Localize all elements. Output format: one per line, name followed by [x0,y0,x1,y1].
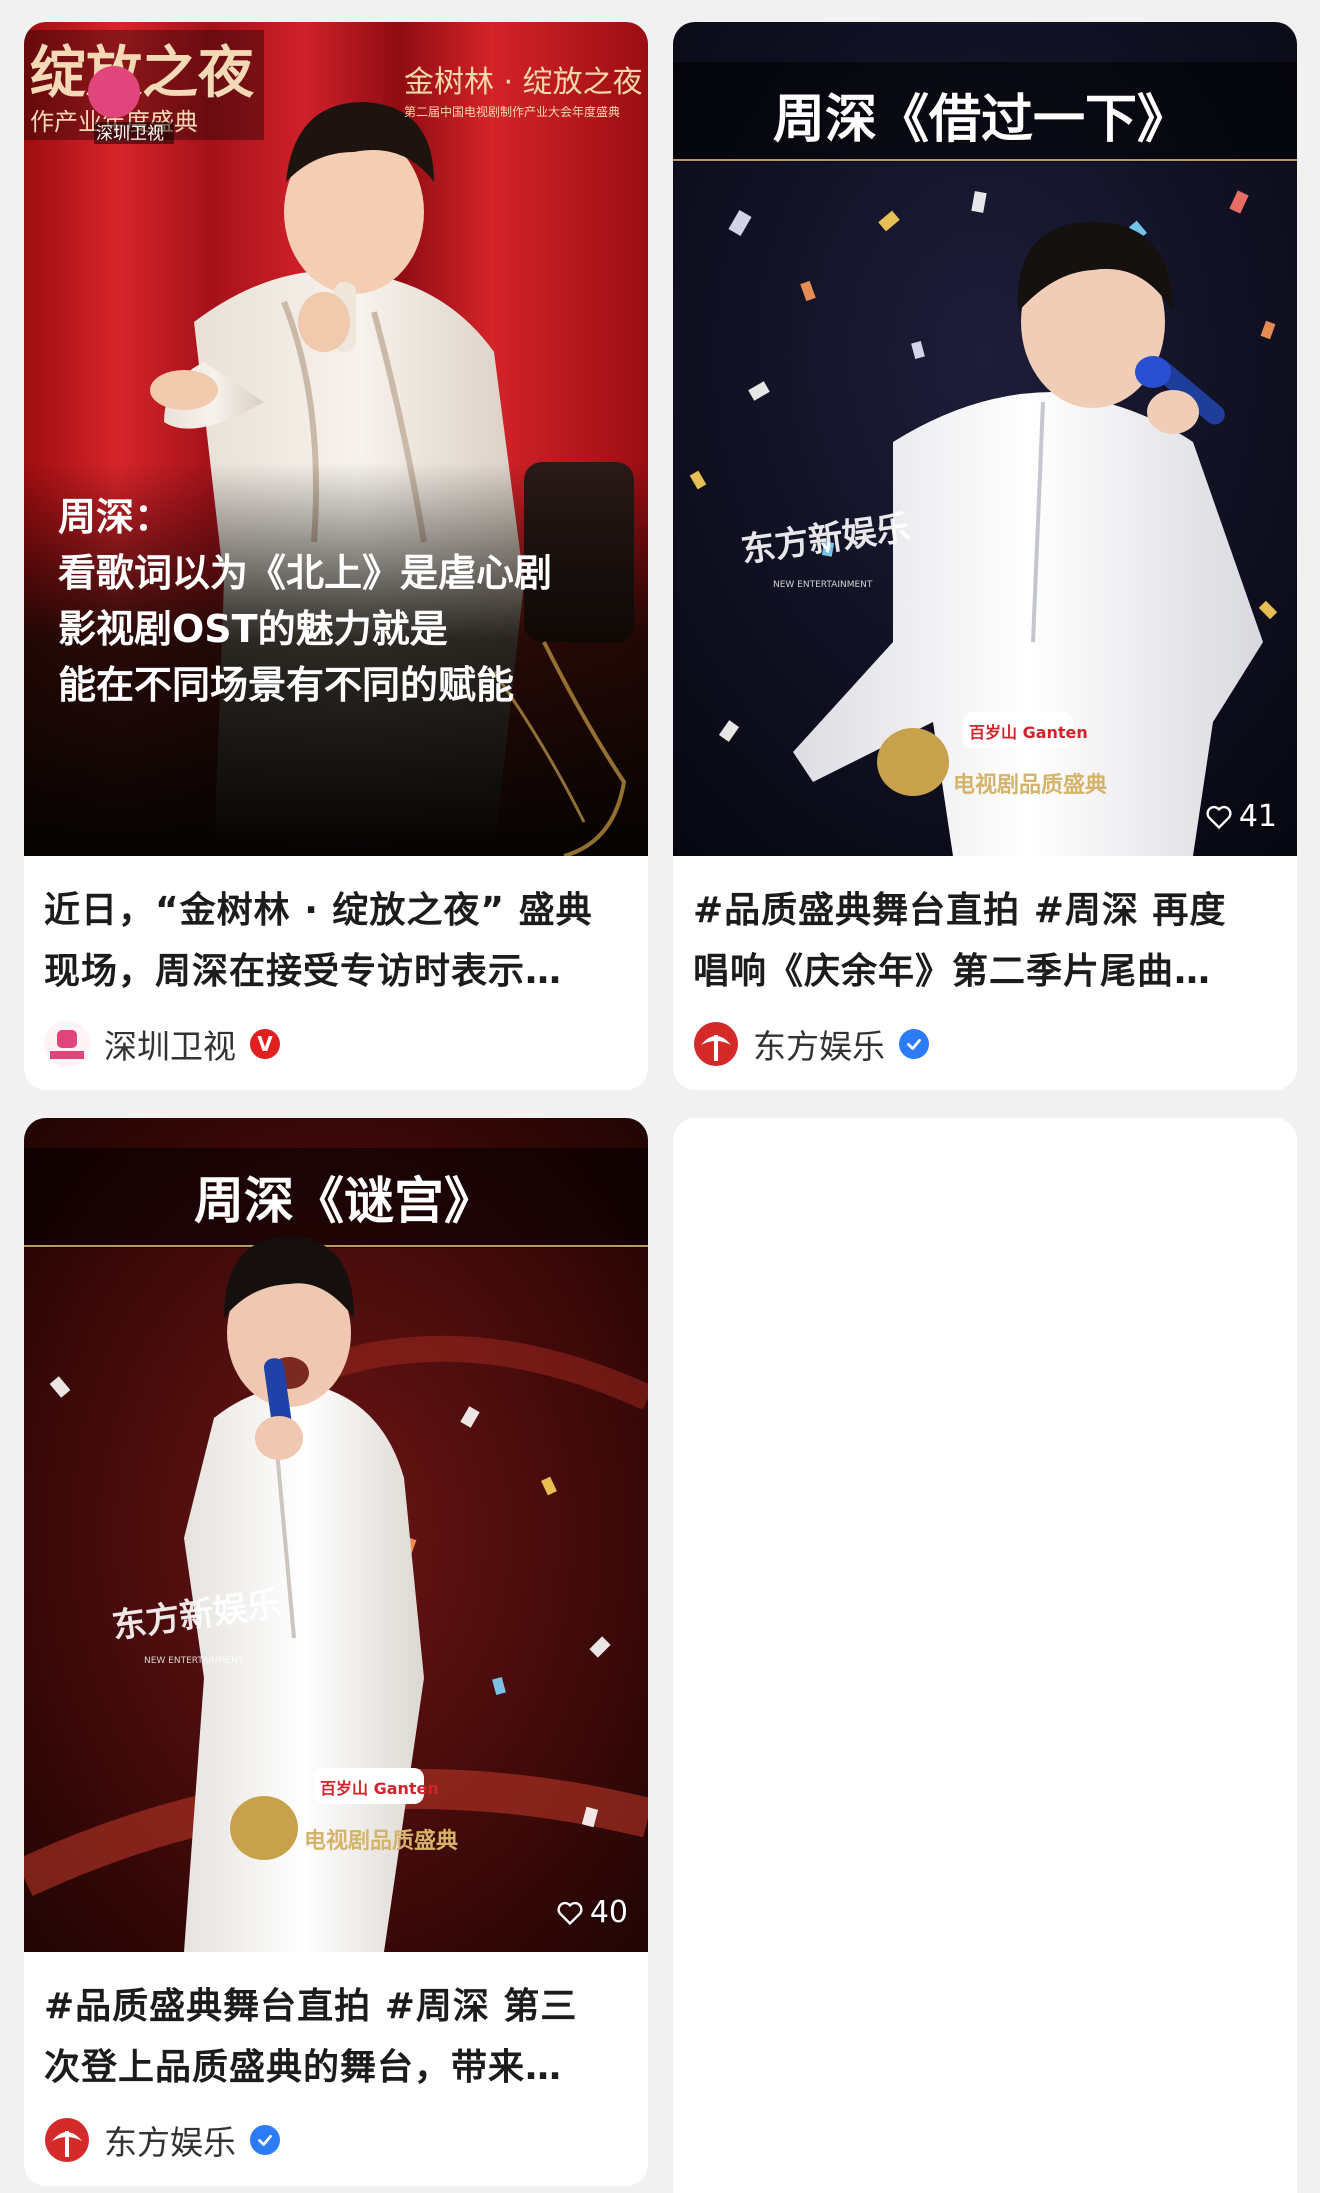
card-title-line: 现场，周深在接受专访时表示… [44,951,563,992]
like-count[interactable]: 40 [556,1895,628,1930]
like-count[interactable]: 41 [1205,799,1277,834]
cover-caption-line: 影视剧OST的魅力就是 [58,607,448,651]
empty-card-placeholder [673,1118,1297,2193]
card-title-line: 唱响《庆余年》第二季片尾曲… [693,951,1212,992]
like-count-value: 41 [1238,799,1277,834]
heart-icon [1206,805,1232,829]
author-name[interactable]: 东方娱乐 [104,2116,236,2164]
sponsor-text: 百岁山 Ganten [320,1779,439,1798]
dragon-tv-logo-icon[interactable] [44,2117,90,2163]
cover-caption-line: 能在不同场景有不同的赋能 [58,663,514,707]
feed-card[interactable]: 周深《谜宫》 东方新娱乐 NEW ENTERTAINMENT 百岁山 Gante… [24,1118,648,2186]
watermark-sub: NEW ENTERTAINMENT [773,580,873,590]
card-title-line: 次登上品质盛典的舞台，带来… [44,2047,563,2088]
channel-logo-text: 深圳卫视 [96,124,164,144]
card-title-line: #品质盛典舞台直拍 #周深 第三 [44,1986,578,2027]
card-title[interactable]: #品质盛典舞台直拍 #周深 第三 次登上品质盛典的舞台，带来… [24,1952,648,2098]
cover-illustration: 周深《谜宫》 东方新娱乐 NEW ENTERTAINMENT 百岁山 Gante… [24,1118,648,1952]
like-count-value: 40 [589,1895,628,1930]
feed-card[interactable]: 周深《借过一下》 东方新娱乐 NEW ENTERTAINMENT 百岁山 Gan… [673,22,1297,1090]
feed-card[interactable]: 绽放之夜 作产业年度盛典 深圳卫视 金树林 · 绽放之夜 第二届中国电视剧制作产… [24,22,648,1090]
watermark-sub: NEW ENTERTAINMENT [144,1656,244,1666]
card-title[interactable]: #品质盛典舞台直拍 #周深 再度 唱响《庆余年》第二季片尾曲… [673,856,1297,1002]
author-row[interactable]: 东方娱乐 [673,1002,1297,1068]
red-v-badge-icon: V [250,1029,280,1059]
card-title-line: #品质盛典舞台直拍 #周深 再度 [693,890,1227,931]
cover-top-title: 周深《借过一下》 [773,90,1189,150]
card-title[interactable]: 近日，“金树林 · 绽放之夜” 盛典 现场，周深在接受专访时表示… [24,856,648,1002]
blue-verified-badge-icon [899,1029,929,1059]
dragon-tv-logo-icon[interactable] [693,1021,739,1067]
card-title-line: 近日，“金树林 · 绽放之夜” 盛典 [44,890,593,931]
cover-illustration: 周深《借过一下》 东方新娱乐 NEW ENTERTAINMENT 百岁山 Gan… [673,22,1297,856]
cover-right-sub: 第二届中国电视剧制作产业大会年度盛典 [404,104,620,119]
shenzhen-tv-logo-icon[interactable] [44,1021,90,1067]
cover-right-title: 金树林 · 绽放之夜 [404,65,643,100]
event-mark-text: 电视剧品质盛典 [304,1828,458,1854]
author-name[interactable]: 东方娱乐 [753,1020,885,1068]
heart-icon [557,1901,583,1925]
cover-top-title: 绽放之夜 [30,41,255,106]
event-mark-text: 电视剧品质盛典 [953,772,1107,798]
author-row[interactable]: 东方娱乐 [24,2098,648,2164]
cover-top-title: 周深《谜宫》 [194,1172,494,1230]
cover-caption-line: 周深： [58,495,172,539]
author-row[interactable]: 深圳卫视 V [24,1002,648,1068]
author-name[interactable]: 深圳卫视 [104,1020,236,1068]
cover-image[interactable]: 周深《谜宫》 东方新娱乐 NEW ENTERTAINMENT 百岁山 Gante… [24,1118,648,1952]
cover-image[interactable]: 周深《借过一下》 东方新娱乐 NEW ENTERTAINMENT 百岁山 Gan… [673,22,1297,856]
cover-caption-line: 看歌词以为《北上》是虐心剧 [58,551,552,595]
sponsor-text: 百岁山 Ganten [969,723,1088,742]
video-feed-grid: 绽放之夜 作产业年度盛典 深圳卫视 金树林 · 绽放之夜 第二届中国电视剧制作产… [0,0,1320,2193]
cover-image[interactable]: 绽放之夜 作产业年度盛典 深圳卫视 金树林 · 绽放之夜 第二届中国电视剧制作产… [24,22,648,856]
blue-verified-badge-icon [250,2125,280,2155]
cover-illustration: 绽放之夜 作产业年度盛典 深圳卫视 金树林 · 绽放之夜 第二届中国电视剧制作产… [24,22,648,856]
